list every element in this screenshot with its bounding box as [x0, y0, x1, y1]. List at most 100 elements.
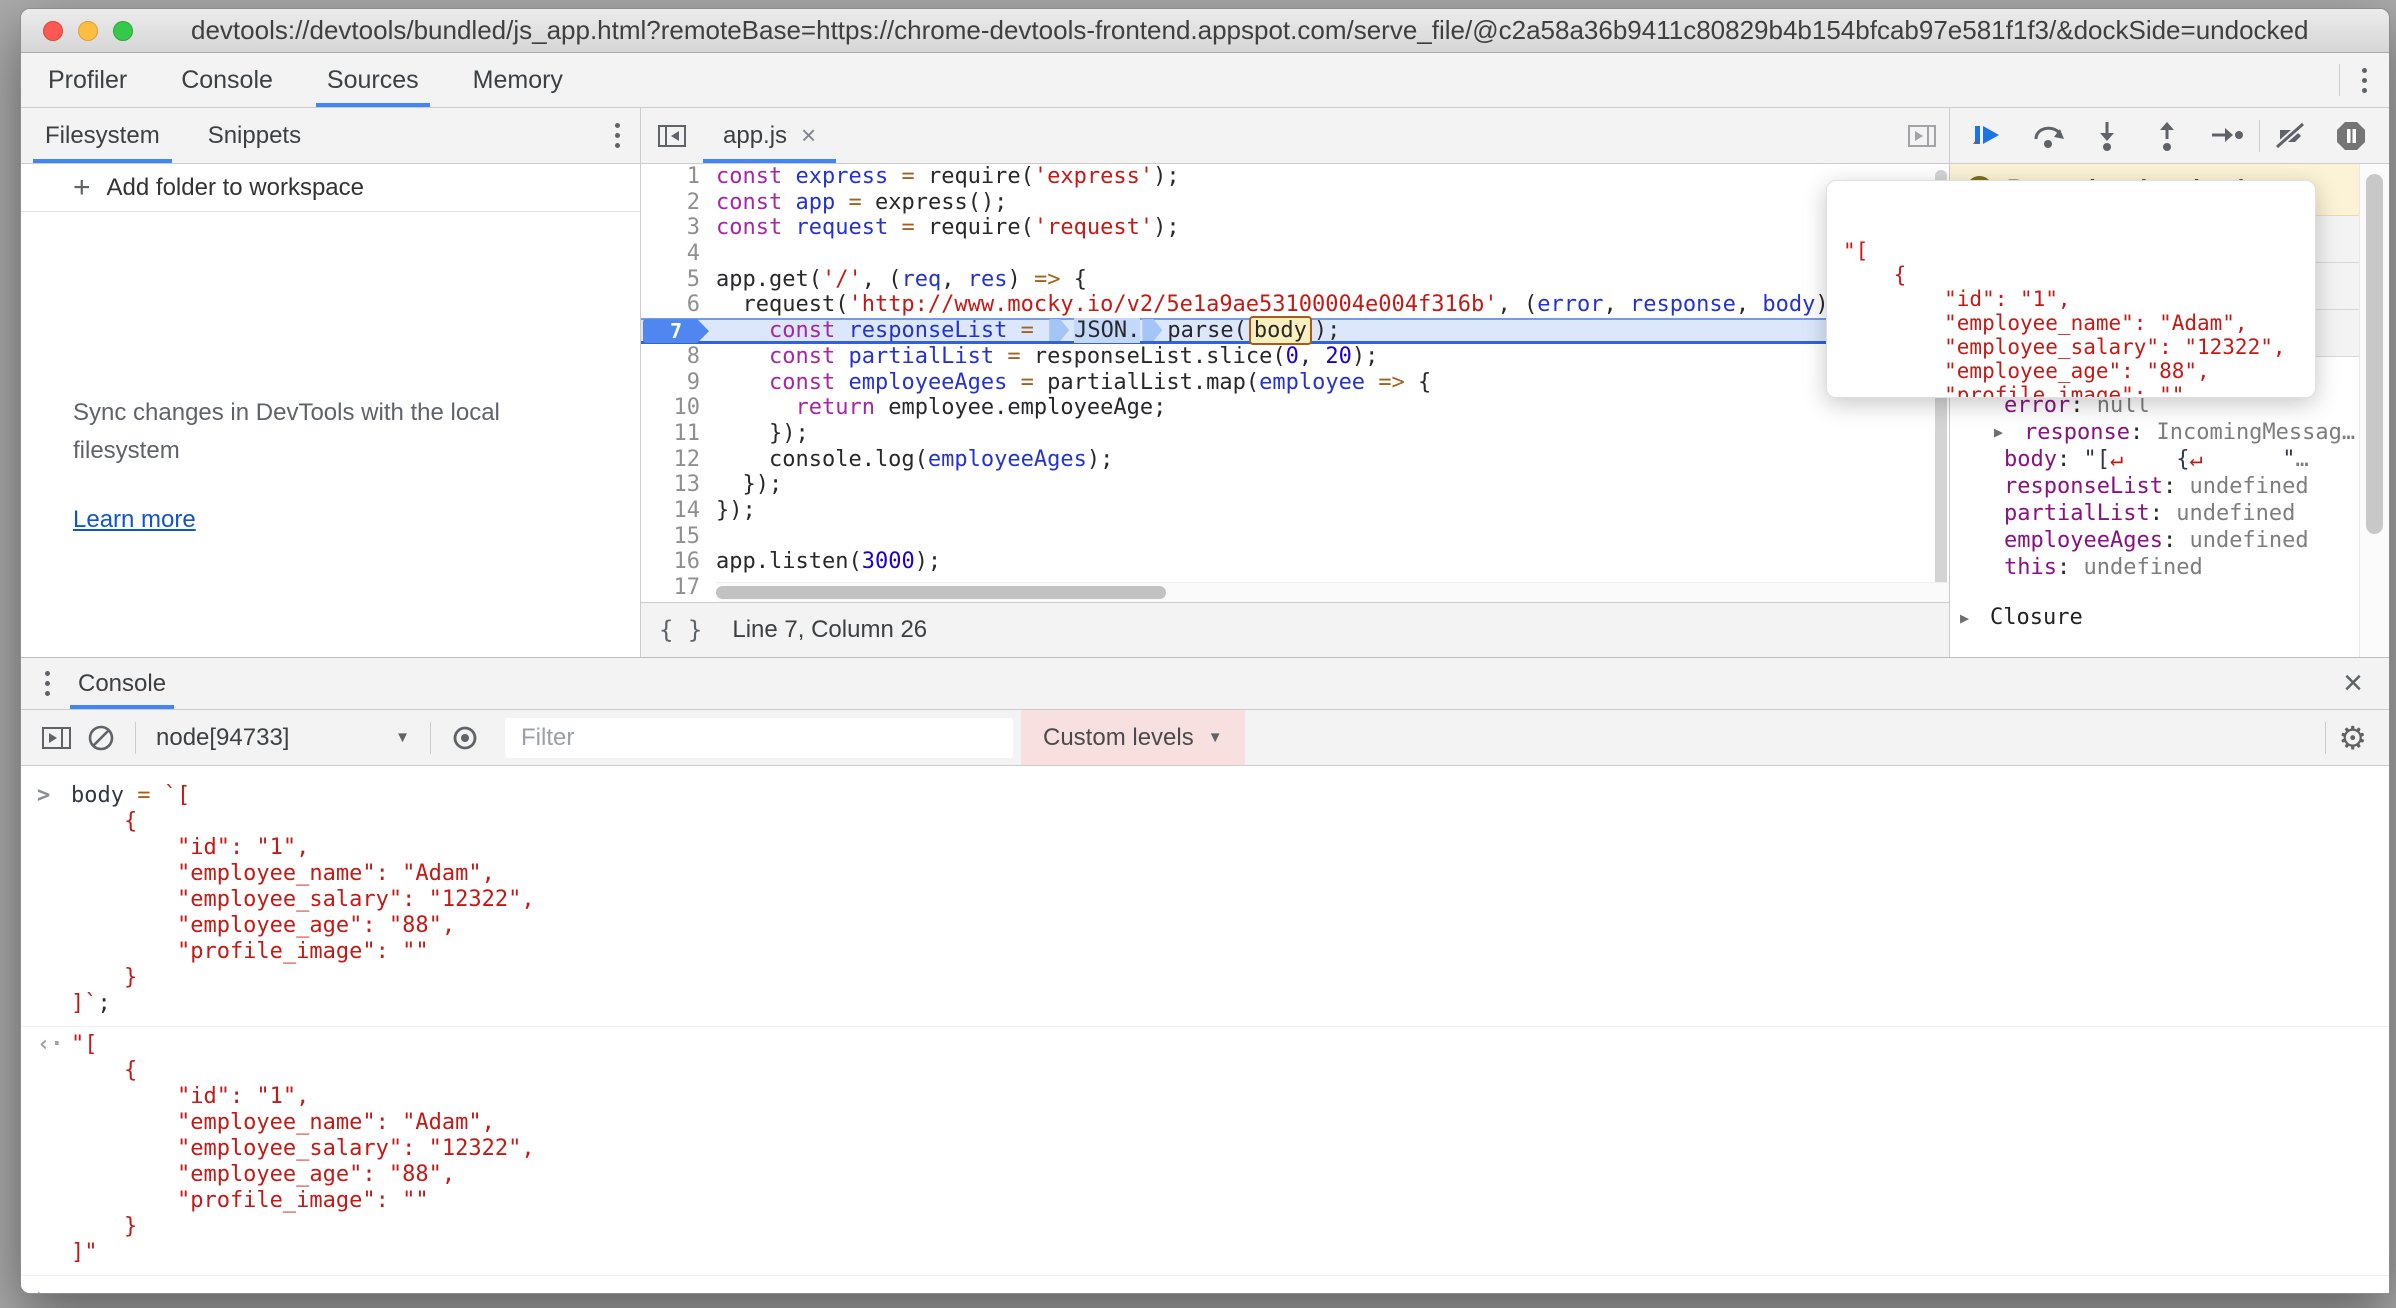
learn-more-link[interactable]: Learn more — [73, 506, 588, 534]
code-text: app.listen(3000); — [716, 549, 941, 575]
inline-eval-play-icon[interactable] — [1049, 319, 1069, 341]
line-number[interactable]: 8 — [641, 344, 716, 370]
code-text: request('http://www.mocky.io/v2/5e1a9ae5… — [716, 292, 1895, 318]
divider — [430, 722, 431, 754]
tab-app-js[interactable]: app.js × — [703, 108, 836, 163]
divider — [2259, 120, 2260, 152]
window-titlebar[interactable]: devtools://devtools/bundled/js_app.html?… — [21, 9, 2389, 53]
tab-label: Sources — [327, 66, 419, 95]
show-debugger-icon[interactable] — [1905, 108, 1949, 163]
console-tab-label: Console — [78, 670, 166, 698]
execution-pointer-icon: 7 — [643, 319, 709, 343]
drawer-menu-icon[interactable] — [39, 665, 56, 702]
zoom-window-icon[interactable] — [113, 21, 133, 41]
code-line: 10 return employee.employeeAge; — [641, 395, 1949, 421]
add-folder-button[interactable]: + Add folder to workspace — [21, 164, 640, 212]
code-editor[interactable]: 1const express = require('express');2con… — [641, 164, 1949, 602]
tab-console[interactable]: Console — [70, 658, 174, 709]
step-into-icon[interactable] — [2079, 114, 2135, 158]
scope-row-body: body: "[↵ {↵ "… — [1950, 446, 2359, 473]
step-icon[interactable] — [2199, 114, 2255, 158]
collapsed-arrow-icon[interactable]: ▶ — [1994, 419, 2024, 446]
code-line: 16app.listen(3000); — [641, 549, 1949, 575]
line-number[interactable]: 11 — [641, 421, 716, 447]
code-line: 14}); — [641, 498, 1949, 524]
log-levels-dropdown[interactable]: Custom levels ▼ — [1021, 710, 1245, 765]
scrollbar-thumb[interactable] — [2366, 174, 2383, 534]
line-number[interactable]: 13 — [641, 472, 716, 498]
navigator-panel: Filesystem Snippets + Add folder to works… — [21, 108, 641, 657]
navigator-tab-snippets[interactable]: Snippets — [184, 108, 325, 163]
property-name: this — [2004, 554, 2057, 581]
code-text: const partialList = responseList.slice(0… — [716, 344, 1378, 370]
tab-profiler[interactable]: Profiler — [21, 53, 154, 107]
close-window-icon[interactable] — [43, 21, 63, 41]
tab-memory[interactable]: Memory — [446, 53, 590, 107]
code-line: 12 console.log(employeeAges); — [641, 447, 1949, 473]
line-number[interactable]: 15 — [641, 524, 716, 550]
console-messages[interactable]: >body = `[ { "id": "1", "employee_name":… — [21, 766, 2389, 1294]
minimize-window-icon[interactable] — [78, 21, 98, 41]
line-number[interactable]: 4 — [641, 241, 716, 267]
scrollbar-thumb[interactable] — [716, 586, 1166, 599]
add-folder-label: Add folder to workspace — [107, 174, 364, 202]
close-tab-icon[interactable]: × — [801, 120, 816, 151]
clear-console-icon[interactable] — [79, 716, 123, 760]
code-line: 7 const responseList = JSON.parse(body); — [641, 318, 1949, 344]
navigator-more-icon[interactable] — [609, 117, 626, 154]
line-number[interactable]: 6 — [641, 292, 716, 318]
sidebar-scrollbar[interactable] — [2359, 164, 2389, 657]
line-number[interactable]: 16 — [641, 549, 716, 575]
context-label: node[94733] — [156, 724, 289, 752]
tab-label: Profiler — [48, 66, 127, 95]
prompt-icon: > — [37, 1284, 53, 1294]
main-tab-bar: Profiler Console Sources Memory — [21, 53, 2389, 108]
hide-navigator-icon[interactable] — [641, 108, 703, 163]
pretty-print-icon[interactable]: { } — [659, 616, 702, 644]
context-selector[interactable]: node[94733] ▼ — [148, 724, 418, 752]
tab-console[interactable]: Console — [154, 53, 300, 107]
scope-row-response[interactable]: ▶response: IncomingMessag… — [1950, 419, 2359, 446]
line-number[interactable]: 5 — [641, 267, 716, 293]
line-number[interactable]: 17 — [641, 575, 716, 601]
close-drawer-icon[interactable]: × — [2343, 658, 2389, 709]
step-over-icon[interactable] — [2020, 114, 2076, 158]
line-number[interactable]: 14 — [641, 498, 716, 524]
line-number[interactable]: 10 — [641, 395, 716, 421]
tooltip-line: "profile_image": "" — [1843, 383, 2315, 398]
property-name: body — [2004, 446, 2057, 473]
navigator-tab-filesystem[interactable]: Filesystem — [21, 108, 184, 163]
console-prompt[interactable]: > — [21, 1276, 2389, 1294]
filter-input[interactable] — [505, 718, 1013, 758]
tab-sources[interactable]: Sources — [300, 53, 446, 107]
show-console-sidebar-icon[interactable] — [35, 716, 79, 760]
code-text: console.log(employeeAges); — [716, 447, 1113, 473]
editor-horizontal-scrollbar[interactable] — [716, 582, 1949, 602]
line-number[interactable]: 3 — [641, 215, 716, 241]
console-toolbar: node[94733] ▼ Custom levels ▼ ⚙ — [21, 710, 2389, 766]
line-number[interactable]: 9 — [641, 370, 716, 396]
deactivate-breakpoints-icon[interactable] — [2264, 114, 2320, 158]
sources-workspace: Filesystem Snippets + Add folder to works… — [21, 108, 2389, 657]
line-number[interactable]: 12 — [641, 447, 716, 473]
tab-label: Snippets — [208, 122, 301, 150]
eye-icon[interactable] — [443, 716, 487, 760]
resume-icon[interactable] — [1960, 114, 2016, 158]
inline-eval-play-icon[interactable] — [1142, 319, 1162, 341]
sync-message: Sync changes in DevTools with the local … — [73, 394, 503, 470]
line-number[interactable]: 1 — [641, 164, 716, 190]
scope-row-this: this: undefined — [1950, 554, 2359, 581]
line-number[interactable]: 7 — [641, 318, 716, 344]
scope-closure[interactable]: ▶ Closure — [1950, 603, 2359, 633]
more-options-icon[interactable] — [2356, 62, 2373, 99]
gear-icon[interactable]: ⚙ — [2338, 719, 2389, 757]
code-line: 13 }); — [641, 472, 1949, 498]
pause-on-exceptions-icon[interactable] — [2323, 114, 2379, 158]
closure-label: Closure — [1990, 603, 2083, 633]
line-number[interactable]: 2 — [641, 190, 716, 216]
code-text: }); — [716, 472, 782, 498]
step-out-icon[interactable] — [2139, 114, 2195, 158]
code-line: 4 — [641, 241, 1949, 267]
code-line: 3const request = require('request'); — [641, 215, 1949, 241]
tooltip-line: "[ — [1843, 239, 2315, 263]
